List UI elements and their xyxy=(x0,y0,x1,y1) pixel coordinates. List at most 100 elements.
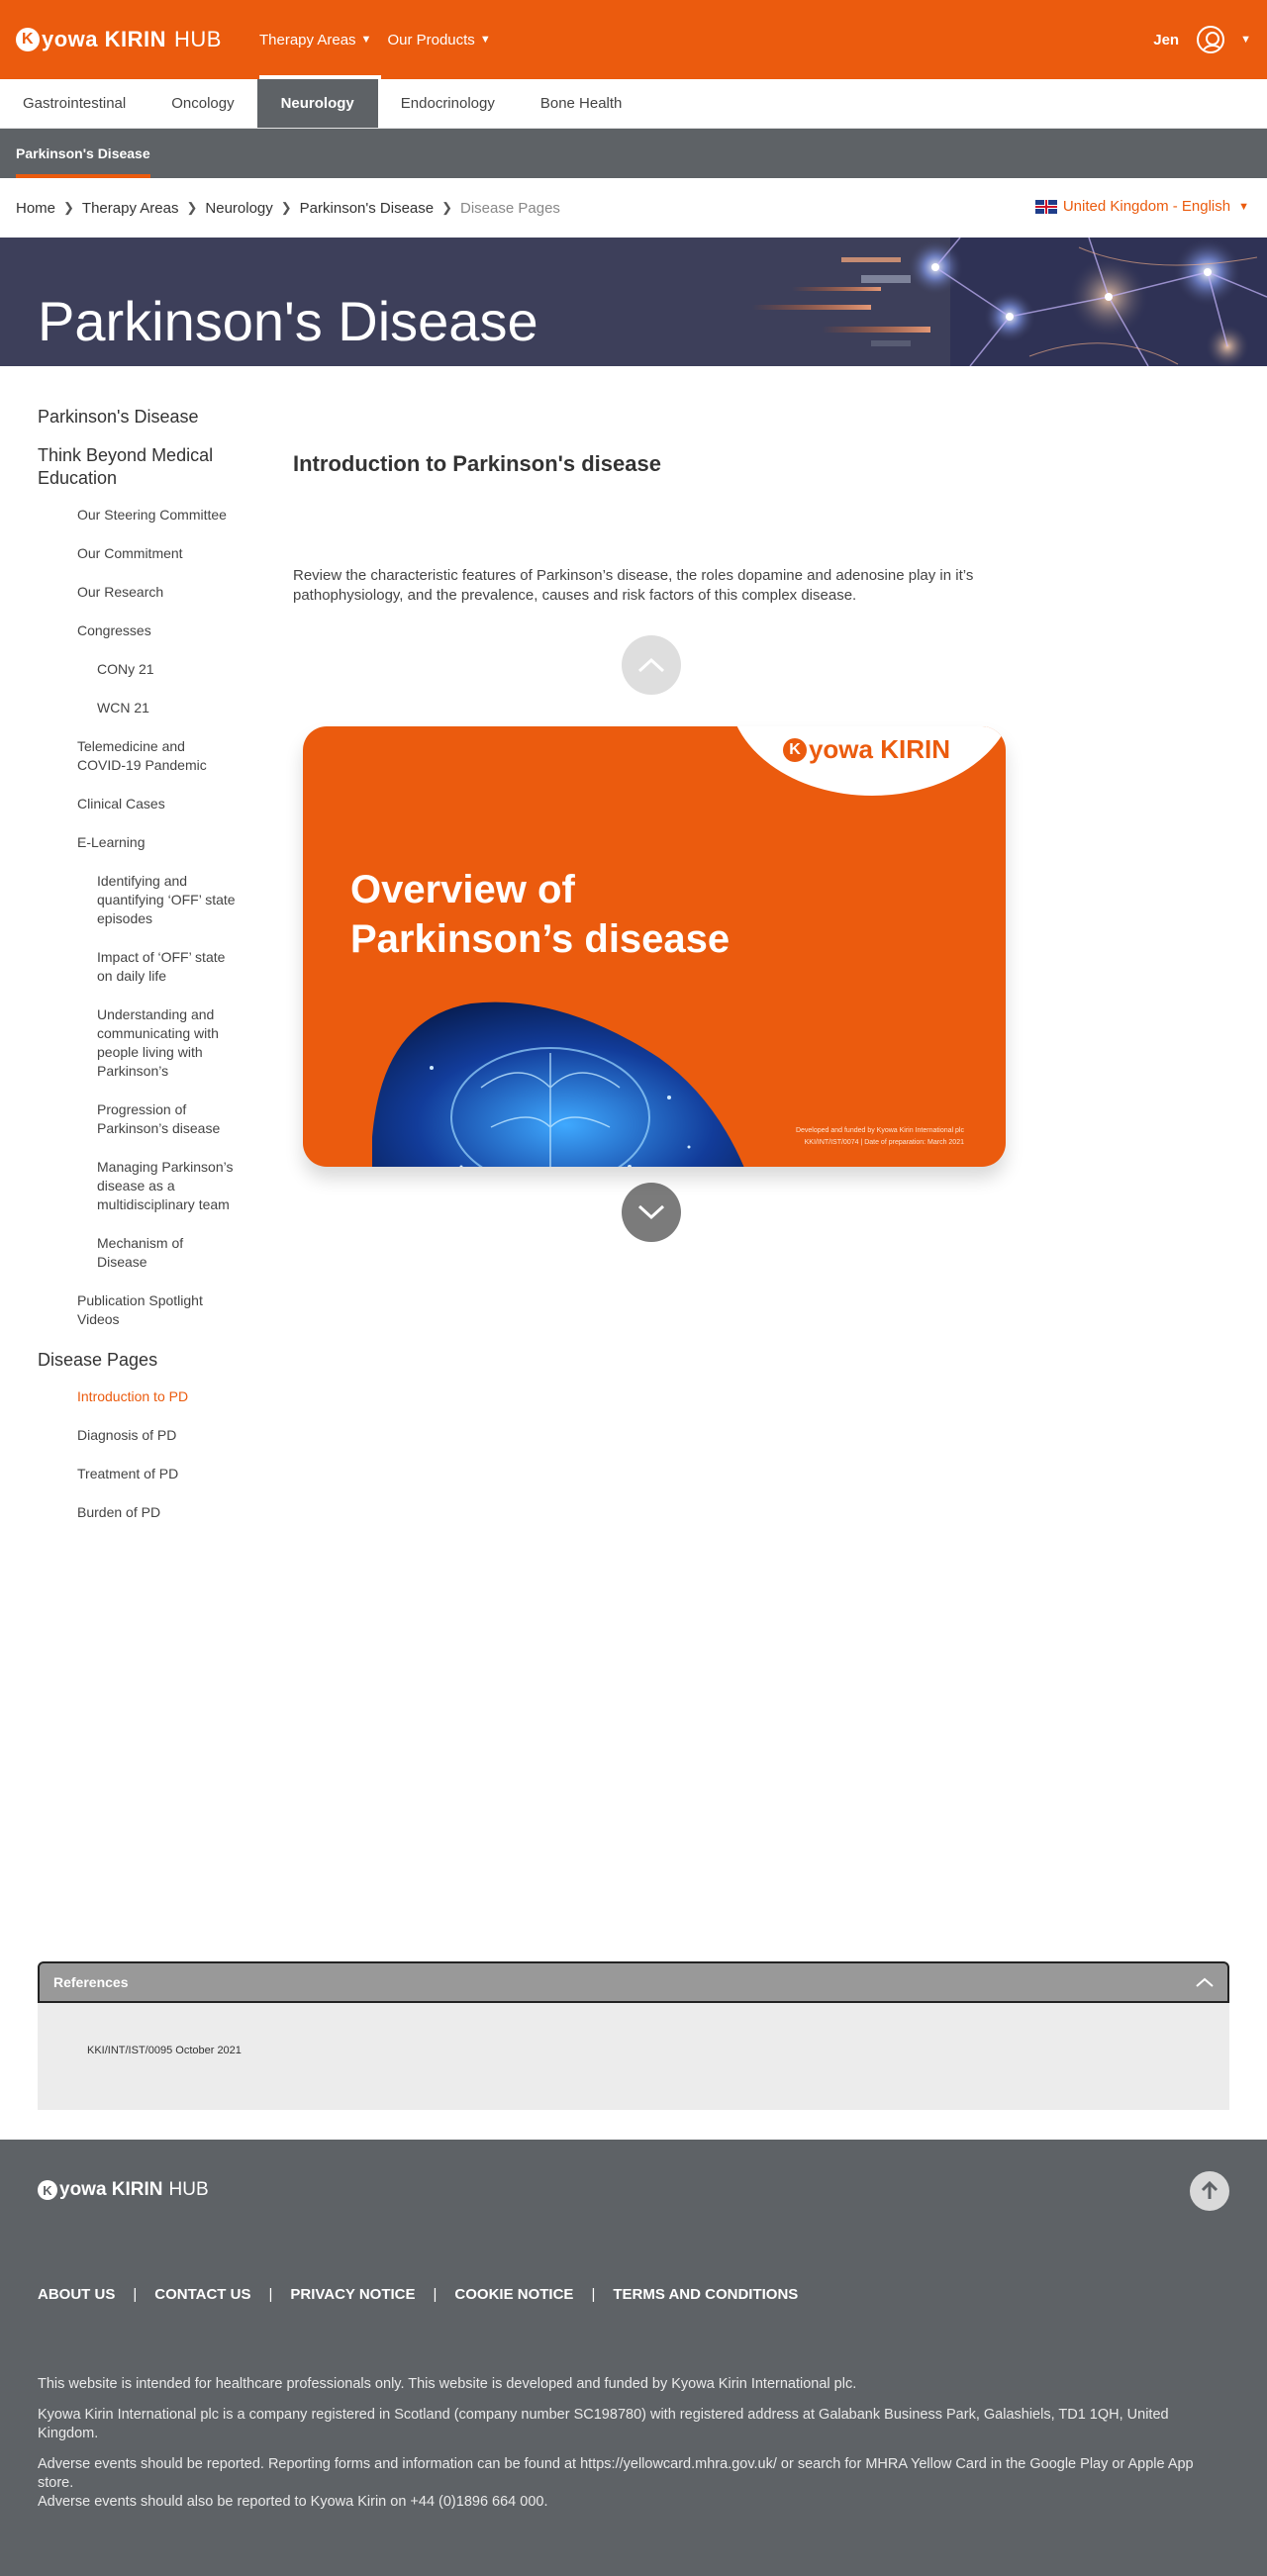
sidebar-item-parkinsons-disease[interactable]: Parkinson's Disease xyxy=(38,406,267,429)
chevron-right-icon: ❯ xyxy=(280,200,292,215)
references-body: KKI/INT/IST/0095 October 2021 xyxy=(38,2003,1229,2110)
tab-endocrinology[interactable]: Endocrinology xyxy=(378,79,518,128)
sidebar-item-managing[interactable]: Managing Parkinson’s disease as a multid… xyxy=(38,1158,236,1214)
footer-logo-hub: HUB xyxy=(168,2179,209,2200)
sidebar-item-publication-spotlight[interactable]: Publication Spotlight Videos xyxy=(38,1291,236,1329)
nav-therapy-areas[interactable]: Therapy Areas ▼ xyxy=(251,0,382,79)
breadcrumb-parkinsons-disease[interactable]: Parkinson's Disease xyxy=(300,200,434,217)
sidebar-item-treatment-of-pd[interactable]: Treatment of PD xyxy=(38,1465,236,1483)
footer-legal-text: This website is intended for healthcare … xyxy=(38,2375,1206,2512)
user-menu[interactable]: Jen ▼ xyxy=(1153,0,1251,79)
user-name: Jen xyxy=(1153,31,1180,48)
sidebar-item-telemedicine[interactable]: Telemedicine and COVID-19 Pandemic xyxy=(38,737,236,775)
tab-gastrointestinal[interactable]: Gastrointestinal xyxy=(0,79,148,128)
sidebar-item-understanding[interactable]: Understanding and communicating with peo… xyxy=(38,1005,236,1081)
sidebar-item-clinical-cases[interactable]: Clinical Cases xyxy=(38,795,236,813)
footer-logo-text: yowa KIRIN xyxy=(59,2179,163,2200)
references-title: References xyxy=(53,1974,129,1990)
sidebar-item-mechanism[interactable]: Mechanism of Disease xyxy=(38,1234,236,1272)
carousel-prev-button[interactable] xyxy=(622,635,681,695)
section-title: Introduction to Parkinson's disease xyxy=(293,451,661,476)
sidebar-item-our-research[interactable]: Our Research xyxy=(38,583,236,602)
footer-text-adverse-1: Adverse events should be reported. Repor… xyxy=(38,2456,1194,2491)
content-layout: Parkinson's Disease Think Beyond Medical… xyxy=(0,366,1267,1542)
references-toggle[interactable]: References xyxy=(38,1961,1229,2003)
main-content: Introduction to Parkinson's disease Revi… xyxy=(267,406,1267,1542)
footer-links: ABOUT US | CONTACT US | PRIVACY NOTICE |… xyxy=(38,2286,798,2303)
sidebar-item-e-learning[interactable]: E-Learning xyxy=(38,833,236,852)
caret-down-icon: ▼ xyxy=(360,34,372,46)
sidebar-item-wcn-21[interactable]: WCN 21 xyxy=(38,699,236,717)
page-title: Parkinson's Disease xyxy=(38,290,538,352)
footer-logo[interactable]: K yowa KIRIN HUB xyxy=(38,2179,209,2201)
footer-text-adverse-2: Adverse events should also be reported t… xyxy=(38,2494,548,2510)
slide-logo-mark: K xyxy=(782,737,807,762)
sub-nav: Parkinson's Disease xyxy=(0,129,1267,178)
kyowa-kirin-hub-logo[interactable]: K yowa KIRIN HUB xyxy=(16,27,222,52)
top-header: K yowa KIRIN HUB Therapy Areas ▼ Our Pro… xyxy=(0,0,1267,79)
chevron-down-icon xyxy=(637,1204,665,1220)
slide-carousel: K yowa KIRIN Overview of Parkinson’s dis… xyxy=(293,635,1006,1242)
sidebar-item-steering-committee[interactable]: Our Steering Committee xyxy=(38,506,236,525)
tab-oncology[interactable]: Oncology xyxy=(148,79,256,128)
footer-link-privacy-notice[interactable]: PRIVACY NOTICE xyxy=(290,2286,415,2303)
slide-disclaimer-line1: Developed and funded by Kyowa Kirin Inte… xyxy=(795,1127,964,1134)
footer-text-company: Kyowa Kirin International plc is a compa… xyxy=(38,2407,1169,2441)
back-to-top-button[interactable] xyxy=(1190,2171,1229,2211)
footer-link-contact-us[interactable]: CONTACT US xyxy=(154,2286,250,2303)
arrow-up-icon xyxy=(1201,2181,1218,2199)
caret-down-icon: ▼ xyxy=(1240,34,1251,46)
neuron-banner-image xyxy=(732,238,1267,366)
locale-selector[interactable]: United Kingdom - English ▼ xyxy=(1034,198,1249,215)
hero-banner: Parkinson's Disease xyxy=(0,238,1267,366)
footer-text-hcp: This website is intended for healthcare … xyxy=(38,2376,857,2392)
chevron-right-icon: ❯ xyxy=(186,200,198,215)
breadcrumb-bar: Home ❯ Therapy Areas ❯ Neurology ❯ Parki… xyxy=(0,178,1267,238)
nav-our-products-label: Our Products xyxy=(387,31,475,48)
nav-our-products[interactable]: Our Products ▼ xyxy=(379,0,498,79)
references-panel: References KKI/INT/IST/0095 October 2021 xyxy=(38,1961,1229,2110)
sidebar-item-burden-of-pd[interactable]: Burden of PD xyxy=(38,1503,236,1522)
footer-link-terms[interactable]: TERMS AND CONDITIONS xyxy=(613,2286,798,2303)
footer-divider: | xyxy=(433,2286,438,2303)
sidebar-item-identifying-off[interactable]: Identifying and quantifying ‘OFF’ state … xyxy=(38,872,236,928)
sidebar-item-our-commitment[interactable]: Our Commitment xyxy=(38,544,236,563)
therapy-area-tabs: Gastrointestinal Oncology Neurology Endo… xyxy=(0,79,1267,129)
tab-neurology[interactable]: Neurology xyxy=(256,79,378,128)
chevron-up-icon xyxy=(637,657,665,673)
nav-therapy-areas-label: Therapy Areas xyxy=(258,31,356,48)
sidebar-item-disease-pages[interactable]: Disease Pages xyxy=(38,1349,267,1372)
footer-link-cookie-notice[interactable]: COOKIE NOTICE xyxy=(454,2286,573,2303)
locale-label: United Kingdom - English xyxy=(1062,198,1231,215)
user-icon xyxy=(1197,26,1225,53)
sidebar-item-congresses[interactable]: Congresses xyxy=(38,621,236,640)
sidebar-item-impact-off[interactable]: Impact of ‘OFF’ state on daily life xyxy=(38,948,236,986)
chevron-right-icon: ❯ xyxy=(63,200,74,215)
breadcrumb-home[interactable]: Home xyxy=(16,200,55,217)
footer-divider: | xyxy=(133,2286,138,2303)
footer: K yowa KIRIN HUB ABOUT US | CONTACT US |… xyxy=(0,2140,1267,2576)
logo-mark: K xyxy=(16,28,40,51)
slide-disclaimer-line2: KKI/INT/IST/0074 | Date of preparation: … xyxy=(804,1139,964,1146)
slide-logo-text: yowa KIRIN xyxy=(808,734,950,764)
carousel-next-button[interactable] xyxy=(622,1183,681,1242)
uk-flag-icon xyxy=(1034,199,1057,214)
sidebar-item-diagnosis-of-pd[interactable]: Diagnosis of PD xyxy=(38,1426,236,1445)
tab-bone-health[interactable]: Bone Health xyxy=(518,79,645,128)
sidebar-item-cony-21[interactable]: CONy 21 xyxy=(38,660,236,679)
slide-card[interactable]: K yowa KIRIN Overview of Parkinson’s dis… xyxy=(303,726,1006,1167)
brain-image xyxy=(372,1002,744,1167)
sidebar-nav: Parkinson's Disease Think Beyond Medical… xyxy=(0,406,267,1542)
caret-down-icon: ▼ xyxy=(1238,200,1249,213)
sidebar-item-progression[interactable]: Progression of Parkinson’s disease xyxy=(38,1100,236,1138)
sidebar-item-introduction-to-pd[interactable]: Introduction to PD xyxy=(38,1387,236,1406)
slide-logo: K yowa KIRIN xyxy=(782,734,950,765)
breadcrumb: Home ❯ Therapy Areas ❯ Neurology ❯ Parki… xyxy=(16,200,560,217)
sidebar-item-think-beyond[interactable]: Think Beyond Medical Education xyxy=(38,444,267,490)
slide-title: Overview of Parkinson’s disease xyxy=(350,868,731,961)
breadcrumb-neurology[interactable]: Neurology xyxy=(205,200,272,217)
footer-link-about-us[interactable]: ABOUT US xyxy=(38,2286,115,2303)
breadcrumb-therapy-areas[interactable]: Therapy Areas xyxy=(82,200,179,217)
subnav-parkinsons-disease[interactable]: Parkinson's Disease xyxy=(16,129,150,178)
chevron-right-icon: ❯ xyxy=(441,200,453,215)
